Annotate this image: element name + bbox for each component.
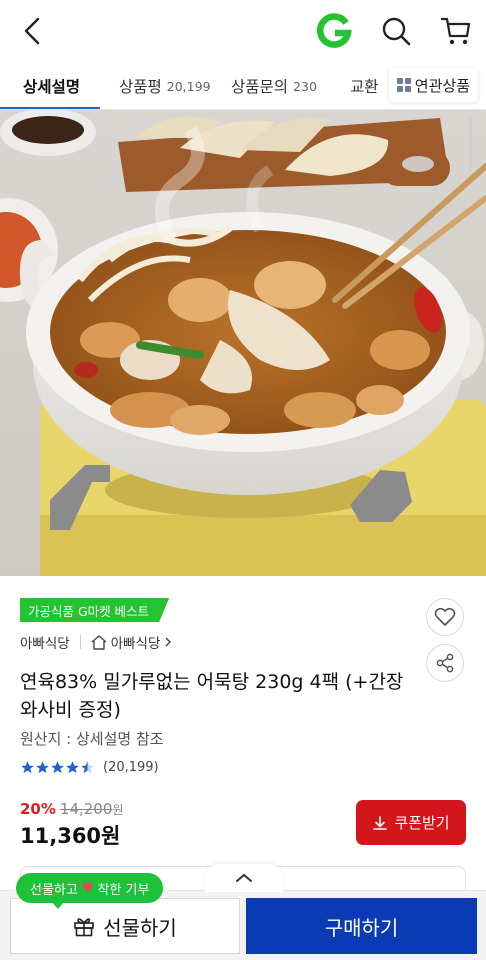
rating-row[interactable]: (20,199) bbox=[20, 760, 159, 775]
top-bar bbox=[0, 0, 486, 62]
product-tabs: 상세설명 상품평 20,199 상품문의 230 교환 연관상품 bbox=[0, 62, 486, 110]
collapse-handle[interactable] bbox=[205, 864, 283, 892]
gift-label: 선물하기 bbox=[103, 915, 177, 940]
search-button[interactable] bbox=[376, 11, 416, 51]
seller-name[interactable]: 아빠식당 bbox=[20, 632, 70, 652]
store-name: 아빠식당 bbox=[110, 636, 161, 652]
tab-label: 상품문의 bbox=[231, 78, 289, 96]
related-products-button[interactable]: 연관상품 bbox=[388, 68, 478, 102]
heart-icon: ♥ bbox=[81, 880, 94, 896]
star-icon bbox=[21, 761, 34, 774]
gift-button[interactable]: 선물하기 bbox=[10, 898, 240, 954]
product-image[interactable] bbox=[0, 110, 486, 576]
seller-row: 아빠식당 아빠식당 bbox=[20, 632, 172, 652]
tab-reviews[interactable]: 상품평 20,199 bbox=[119, 62, 211, 109]
gift-donation-bubble[interactable]: 선물하고 ♥ 착한 기부 bbox=[16, 873, 164, 909]
chevron-left-icon bbox=[24, 17, 40, 45]
back-button[interactable] bbox=[14, 12, 50, 50]
discount-row: 20% 14,200 원 bbox=[20, 800, 123, 818]
original-price: 14,200 bbox=[59, 800, 113, 818]
gmarket-g-logo-icon bbox=[317, 13, 352, 48]
tab-label: 교환 bbox=[350, 78, 379, 96]
tab-description[interactable]: 상세설명 bbox=[23, 62, 81, 109]
tab-count: 20,199 bbox=[166, 78, 211, 94]
scrollbar[interactable] bbox=[469, 116, 472, 172]
related-products-label: 연관상품 bbox=[414, 76, 470, 95]
buy-button[interactable]: 구매하기 bbox=[246, 898, 477, 954]
download-icon bbox=[373, 815, 388, 830]
share-button[interactable] bbox=[426, 644, 464, 682]
share-icon bbox=[436, 653, 454, 673]
tab-label: 상품평 bbox=[119, 78, 162, 96]
star-icon bbox=[66, 761, 79, 774]
best-badge: 가공식품 G마켓 베스트 bbox=[20, 598, 169, 622]
gmarket-logo[interactable] bbox=[314, 10, 354, 52]
tab-inquiries[interactable]: 상품문의 230 bbox=[231, 62, 317, 109]
cart-icon bbox=[440, 17, 471, 45]
fish-cake-soup-image bbox=[0, 110, 486, 576]
gift-bubble-text: 선물하고 bbox=[30, 882, 78, 898]
store-link[interactable]: 아빠식당 bbox=[91, 632, 173, 652]
tab-exchange[interactable]: 교환 bbox=[350, 62, 379, 109]
star-icon bbox=[51, 761, 64, 774]
original-price-unit: 원 bbox=[112, 803, 124, 817]
tab-label: 상세설명 bbox=[23, 78, 81, 96]
chevron-right-icon bbox=[165, 637, 172, 647]
star-icon bbox=[36, 761, 49, 774]
favorite-button[interactable] bbox=[426, 598, 464, 636]
half-star-icon bbox=[81, 761, 94, 774]
product-title: 연육83% 밀가루없는 어묵탕 230g 4팩 (+간장와사비 증정) bbox=[20, 671, 404, 721]
final-price: 11,360원 bbox=[20, 824, 121, 848]
coupon-label: 쿠폰받기 bbox=[394, 814, 450, 832]
coupon-button[interactable]: 쿠폰받기 bbox=[356, 800, 466, 845]
divider bbox=[79, 635, 81, 649]
chevron-up-icon bbox=[236, 873, 252, 882]
rating-count: (20,199) bbox=[103, 760, 159, 775]
grid-icon bbox=[396, 78, 411, 92]
origin-info: 원산지 : 상세설명 참조 bbox=[20, 730, 164, 748]
discount-rate: 20% bbox=[20, 800, 56, 818]
search-icon bbox=[382, 17, 411, 46]
gift-icon bbox=[74, 918, 94, 937]
star-rating bbox=[20, 760, 95, 775]
tab-count: 230 bbox=[293, 78, 317, 94]
price-area: 20% 14,200 원 11,360원 bbox=[20, 800, 123, 850]
heart-outline-icon bbox=[434, 607, 456, 626]
home-icon bbox=[91, 634, 107, 650]
cart-button[interactable] bbox=[436, 11, 476, 51]
gift-bubble-text: 착한 기부 bbox=[97, 882, 150, 898]
